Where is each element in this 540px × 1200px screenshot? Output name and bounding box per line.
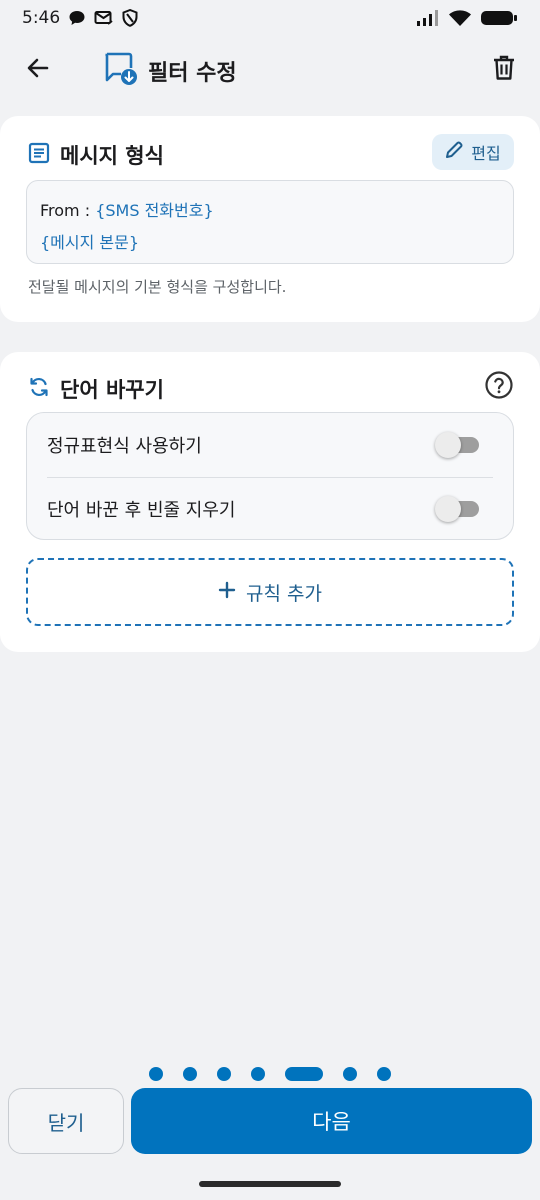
mail-icon	[94, 9, 114, 27]
format-description: 전달될 메시지의 기본 형식을 구성합니다.	[28, 278, 287, 296]
delete-button[interactable]	[486, 52, 522, 88]
add-rule-button[interactable]: 규칙 추가	[26, 558, 514, 626]
battery-icon	[480, 9, 518, 27]
help-button[interactable]	[484, 370, 514, 400]
message-download-icon	[102, 50, 138, 86]
page-dot	[183, 1067, 197, 1081]
close-button-label: 닫기	[47, 1110, 85, 1135]
plus-icon	[218, 581, 236, 604]
help-icon	[484, 371, 514, 404]
page-dot-active	[285, 1067, 323, 1081]
home-indicator[interactable]	[199, 1181, 341, 1187]
page-dot	[217, 1067, 231, 1081]
word-replace-header: 단어 바꾸기	[28, 374, 164, 404]
format-prefix: From :	[40, 201, 96, 220]
remove-blank-toggle-label: 단어 바꾼 후 빈줄 지우기	[47, 500, 236, 521]
toggle-group: 정규표현식 사용하기 단어 바꾼 후 빈줄 지우기	[26, 412, 514, 540]
back-button[interactable]	[20, 52, 56, 88]
regex-toggle-label: 정규표현식 사용하기	[47, 436, 202, 457]
toggle-row-regex[interactable]: 정규표현식 사용하기	[27, 413, 513, 477]
format-preview[interactable]: From : {SMS 전화번호} {메시지 본문}	[26, 180, 514, 264]
sms-number-token: {SMS 전화번호}	[95, 201, 214, 220]
regex-toggle-switch[interactable]	[435, 432, 479, 458]
format-line-2: {메시지 본문}	[40, 227, 500, 259]
status-right	[416, 9, 518, 27]
pencil-icon	[445, 141, 463, 163]
page-dot	[377, 1067, 391, 1081]
wifi-icon	[448, 9, 472, 27]
chat-bubble-icon	[68, 9, 86, 27]
next-button-label: 다음	[312, 1110, 351, 1134]
add-rule-label: 규칙 추가	[246, 582, 322, 605]
remove-blank-toggle-switch[interactable]	[435, 496, 479, 522]
close-button[interactable]: 닫기	[8, 1088, 124, 1154]
message-format-title: 메시지 형식	[60, 144, 164, 168]
format-line-1: From : {SMS 전화번호}	[40, 195, 500, 227]
next-button[interactable]: 다음	[131, 1088, 532, 1154]
page-indicator	[0, 1064, 540, 1084]
word-replace-title: 단어 바꾸기	[60, 378, 164, 402]
status-left: 5:46	[22, 8, 138, 28]
refresh-icon	[28, 376, 50, 402]
trash-icon	[492, 55, 516, 85]
message-body-token: {메시지 본문}	[40, 233, 140, 252]
status-time: 5:46	[22, 8, 61, 28]
page-dot	[149, 1067, 163, 1081]
app-bar: 필터 수정	[0, 36, 540, 104]
page-title: 필터 수정	[148, 61, 237, 86]
word-replace-card: 단어 바꾸기 정규표현식 사용하기 단어 바꾼 후 빈줄 지우기 규칙 추가	[0, 352, 540, 652]
edit-format-button[interactable]: 편집	[432, 134, 514, 170]
page-dot	[251, 1067, 265, 1081]
toggle-row-remove-blank[interactable]: 단어 바꾼 후 빈줄 지우기	[27, 477, 513, 541]
status-bar: 5:46	[0, 0, 540, 36]
signal-icon	[416, 9, 440, 27]
edit-format-label: 편집	[471, 144, 501, 163]
page-dot	[343, 1067, 357, 1081]
arrow-back-icon	[25, 55, 51, 85]
document-icon	[28, 142, 50, 168]
shield-icon	[122, 9, 138, 27]
message-format-header: 메시지 형식	[28, 140, 164, 170]
message-format-card: 메시지 형식 편집 From : {SMS 전화번호} {메시지 본문} 전달될…	[0, 116, 540, 322]
